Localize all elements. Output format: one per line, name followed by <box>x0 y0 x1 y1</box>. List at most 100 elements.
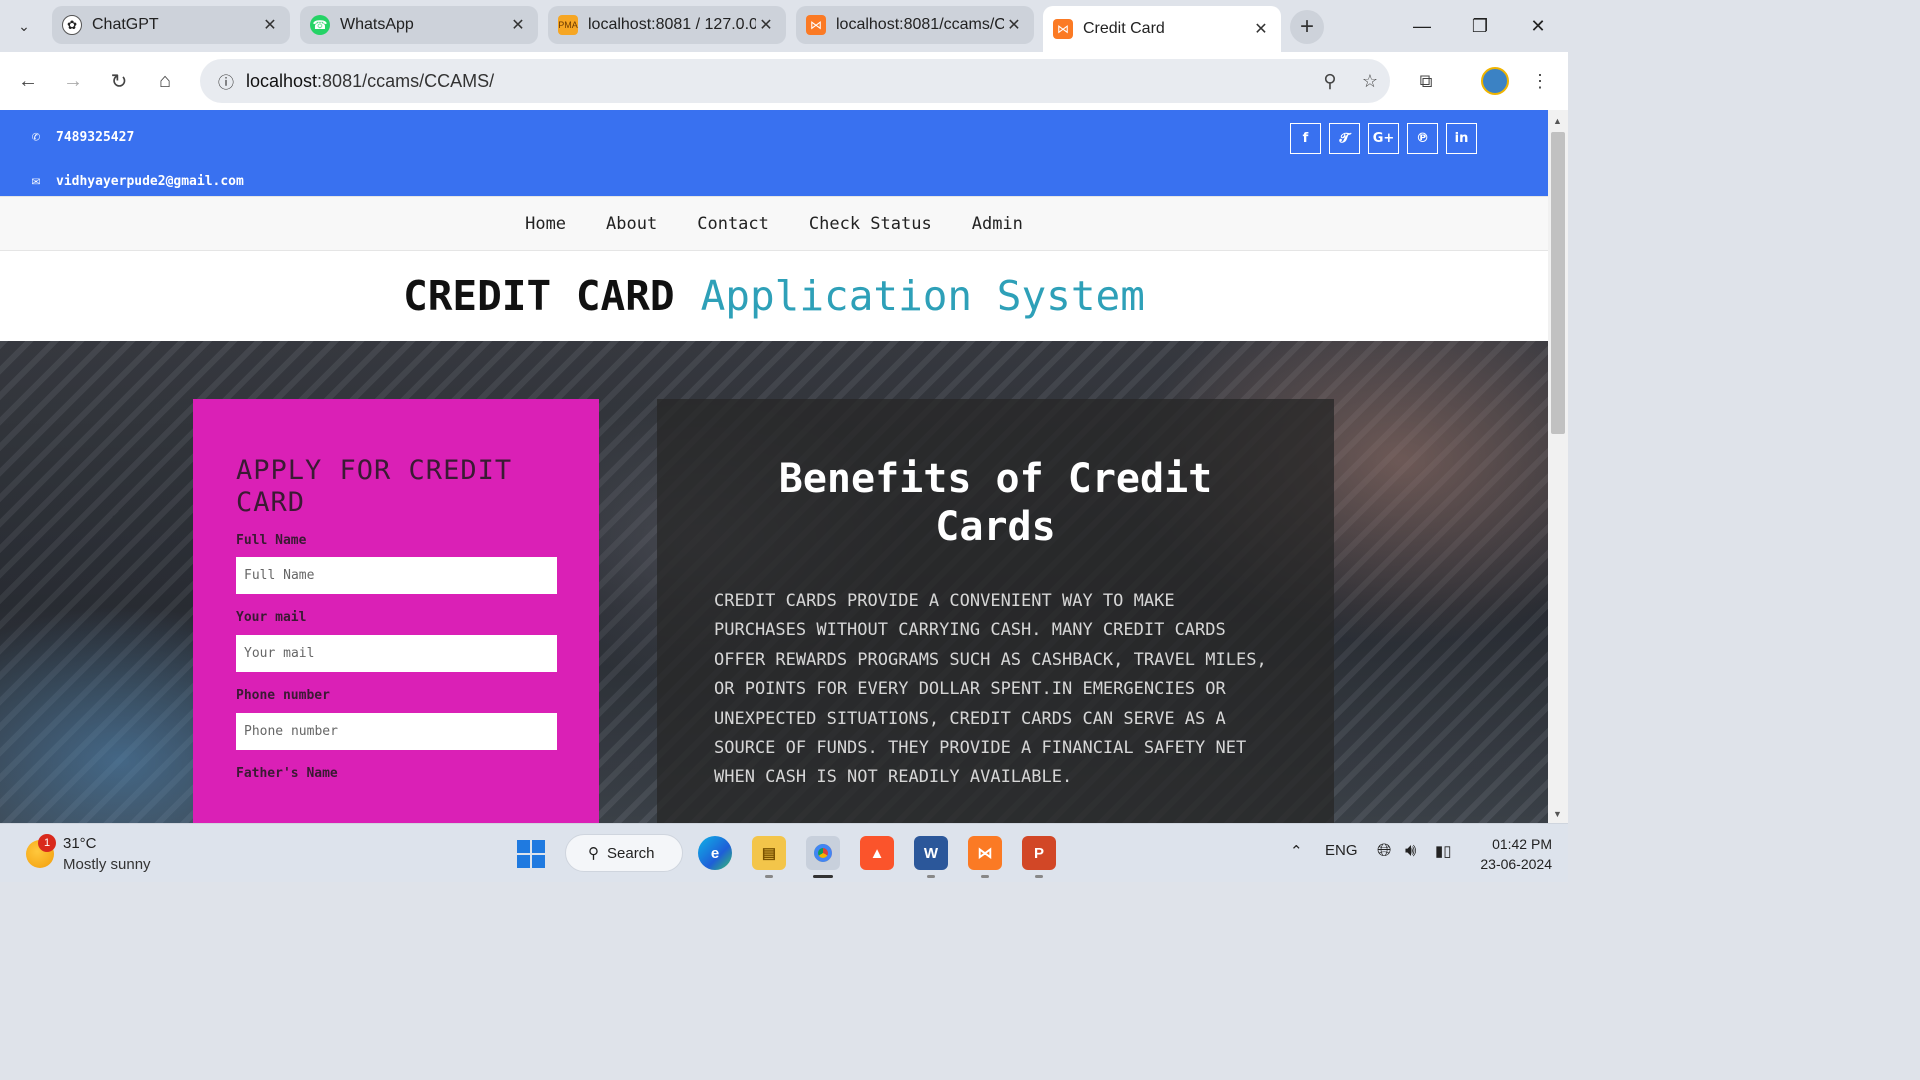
running-indicator <box>981 875 989 878</box>
site-title: CREDIT CARD Application System <box>0 251 1548 341</box>
browser-toolbar: ← → ↻ ⌂ ⓘ localhost:8081/ccams/CCAMS/ ⚲ … <box>0 52 1568 110</box>
nav-check-status[interactable]: Check Status <box>809 210 932 238</box>
tab-whatsapp[interactable]: ☎ WhatsApp ✕ <box>300 6 538 44</box>
chatgpt-icon: ✿ <box>62 15 82 35</box>
running-indicator <box>927 875 935 878</box>
powerpoint-icon[interactable]: P <box>1022 836 1056 870</box>
site-title-strong: CREDIT CARD <box>403 272 675 320</box>
tab-title: Credit Card <box>1083 20 1165 37</box>
active-indicator <box>813 875 833 878</box>
site-title-accent: Application System <box>700 272 1145 320</box>
scroll-up-icon[interactable]: ▲ <box>1553 116 1562 126</box>
taskbar: 1 31°C Mostly sunny ⚲ Search e ▤ ▲ W ⋈ P… <box>0 823 1568 882</box>
new-tab-button[interactable]: + <box>1290 10 1324 44</box>
search-icon: ⚲ <box>588 845 599 862</box>
language-indicator[interactable]: ENG <box>1325 842 1358 859</box>
envelope-icon: ✉ <box>31 173 41 189</box>
apply-form: APPLY FOR CREDIT CARD Full Name Your mai… <box>193 399 599 823</box>
weather-temperature[interactable]: 31°C <box>63 835 97 852</box>
word-icon[interactable]: W <box>914 836 948 870</box>
network-globe-icon[interactable]: 🌐︎ <box>1377 840 1391 861</box>
site-info-icon[interactable]: ⓘ <box>206 69 246 93</box>
url-host: localhost <box>246 70 318 91</box>
restore-button[interactable]: ❐ <box>1460 10 1500 42</box>
close-icon[interactable]: ✕ <box>260 15 280 35</box>
tab-title: ChatGPT <box>92 16 159 33</box>
contact-bar: ✆ 7489325427 ✉ vidhyayerpude2@gmail.com … <box>0 110 1548 196</box>
battery-icon[interactable]: ▮▯ <box>1435 842 1452 860</box>
email-row: ✉ vidhyayerpude2@gmail.com <box>28 173 244 189</box>
facebook-icon[interactable]: f <box>1290 123 1321 154</box>
nav-admin[interactable]: Admin <box>972 210 1023 238</box>
search-label: Search <box>607 844 655 862</box>
minimize-button[interactable]: — <box>1402 10 1442 42</box>
tab-title: localhost:8081/ccams/CCAMS <box>836 16 1004 33</box>
page-scrollbar[interactable]: ▲ ▼ <box>1548 110 1568 823</box>
google-plus-icon[interactable]: G+ <box>1368 123 1399 154</box>
tab-chatgpt[interactable]: ✿ ChatGPT ✕ <box>52 6 290 44</box>
scroll-down-icon[interactable]: ▼ <box>1553 809 1562 819</box>
file-explorer-icon[interactable]: ▤ <box>752 836 786 870</box>
tab-search-menu-icon[interactable]: ⌄ <box>10 12 38 40</box>
brave-icon[interactable]: ▲ <box>860 836 894 870</box>
xampp-icon[interactable]: ⋈ <box>968 836 1002 870</box>
chevron-up-icon[interactable]: ⌃ <box>1290 842 1303 860</box>
linkedin-icon[interactable]: in <box>1446 123 1477 154</box>
home-button[interactable]: ⌂ <box>148 64 182 98</box>
url-path: :8081/ccams/CCAMS/ <box>317 70 495 91</box>
taskbar-search[interactable]: ⚲ Search <box>565 834 683 872</box>
benefits-title: Benefits of Credit Cards <box>778 456 1213 550</box>
notification-badge: 1 <box>38 834 56 852</box>
hero-banner: APPLY FOR CREDIT CARD Full Name Your mai… <box>0 341 1548 823</box>
more-menu-icon[interactable]: ⋮ <box>1523 64 1557 98</box>
tab-title: localhost:8081 / 127.0.0 <box>588 16 756 33</box>
full-name-input[interactable] <box>236 557 557 594</box>
back-button[interactable]: ← <box>11 64 45 98</box>
address-bar[interactable]: ⓘ localhost:8081/ccams/CCAMS/ ⚲ ☆ <box>200 59 1390 103</box>
extensions-icon[interactable]: ⧉ <box>1409 64 1443 98</box>
reload-button[interactable]: ↻ <box>102 64 136 98</box>
pinterest-icon[interactable]: ℗ <box>1407 123 1438 154</box>
forward-button[interactable]: → <box>56 64 90 98</box>
url-text[interactable]: localhost:8081/ccams/CCAMS/ <box>246 71 1310 92</box>
mail-input[interactable] <box>236 635 557 672</box>
phone-label: Phone number <box>236 688 330 703</box>
close-window-button[interactable]: ✕ <box>1518 10 1558 42</box>
twitter-icon[interactable]: 𝓣 <box>1329 123 1360 154</box>
nav-about[interactable]: About <box>606 210 657 238</box>
windows-start-icon[interactable] <box>517 840 545 868</box>
system-clock[interactable]: 01:42 PM 23-06-2024 <box>1472 834 1552 874</box>
clock-time: 01:42 PM <box>1492 836 1552 852</box>
running-indicator <box>1035 875 1043 878</box>
bookmark-star-icon[interactable]: ☆ <box>1350 71 1390 92</box>
form-heading: APPLY FOR CREDIT CARD <box>236 455 513 518</box>
close-icon[interactable]: ✕ <box>1251 19 1271 39</box>
weather-description[interactable]: Mostly sunny <box>63 856 151 873</box>
close-icon[interactable]: ✕ <box>1004 15 1024 35</box>
scrollbar-thumb[interactable] <box>1551 132 1565 434</box>
tab-credit-card[interactable]: ⋈ Credit Card ✕ <box>1043 6 1281 52</box>
nav-home[interactable]: Home <box>525 210 566 238</box>
page-viewport: ✆ 7489325427 ✉ vidhyayerpude2@gmail.com … <box>0 110 1548 823</box>
phone-row: ✆ 7489325427 <box>28 129 135 145</box>
main-nav: Home About Contact Check Status Admin <box>0 196 1548 251</box>
full-name-label: Full Name <box>236 533 307 548</box>
phone-input[interactable] <box>236 713 557 750</box>
tab-phpmyadmin[interactable]: PMA localhost:8081 / 127.0.0 ✕ <box>548 6 786 44</box>
xampp-icon: ⋈ <box>806 15 826 35</box>
profile-avatar[interactable] <box>1481 67 1509 95</box>
email-address: vidhyayerpude2@gmail.com <box>56 173 244 189</box>
benefits-text: Credit cards provide a convenient way to… <box>714 591 1267 788</box>
tab-ccams[interactable]: ⋈ localhost:8081/ccams/CCAMS ✕ <box>796 6 1034 44</box>
volume-icon[interactable]: 🔊︎ <box>1405 840 1416 861</box>
zoom-icon[interactable]: ⚲ <box>1310 71 1350 92</box>
close-icon[interactable]: ✕ <box>508 15 528 35</box>
chrome-icon[interactable] <box>806 836 840 870</box>
whatsapp-icon: ☎ <box>310 15 330 35</box>
phpmyadmin-icon: PMA <box>558 15 578 35</box>
phone-icon: ✆ <box>31 129 41 145</box>
nav-contact[interactable]: Contact <box>697 210 769 238</box>
close-icon[interactable]: ✕ <box>756 15 776 35</box>
edge-icon[interactable]: e <box>698 836 732 870</box>
xampp-icon: ⋈ <box>1053 19 1073 39</box>
